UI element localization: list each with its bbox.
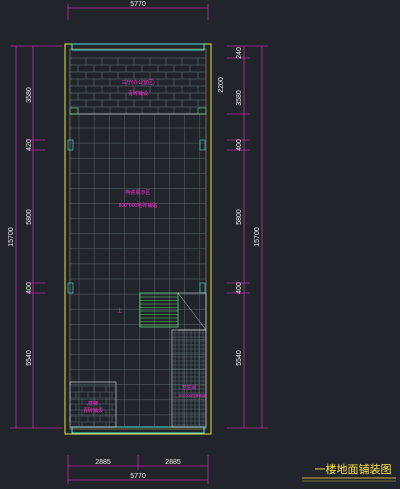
drawing-title: 一楼地面铺装图 <box>315 462 392 476</box>
bottom-dim-left-text: 2885 <box>95 459 111 466</box>
room-finish-stair: 青砖铺设 <box>83 407 103 414</box>
room-label-stair: 楼梯 <box>88 400 98 407</box>
column-marker-left-2 <box>67 282 74 294</box>
column-marker-right-1 <box>199 139 206 151</box>
left-dim-4: 400 <box>26 282 33 294</box>
bottom-dim-total-text: 5770 <box>130 473 146 480</box>
building-outline <box>64 43 212 435</box>
left-dim-2: 420 <box>26 139 33 151</box>
room-finish-toilet: 300*300防滑地砖 <box>178 393 206 398</box>
room-label-toilet: 卫生间 <box>181 384 196 391</box>
right-dim-total: 15700 <box>254 227 261 247</box>
right-dim-top: 240 <box>236 47 243 59</box>
tile-grid <box>70 114 206 427</box>
stair-up-mark: 上 <box>117 307 122 314</box>
right-dim-1: 2200 <box>218 77 225 93</box>
inner-wall-outline <box>69 48 207 430</box>
column-marker-left-1 <box>67 139 74 151</box>
left-dim-3: 5800 <box>26 209 33 225</box>
left-dimension <box>10 45 62 429</box>
room-finish-top: 青砖铺设 <box>128 90 148 97</box>
right-dim-3: 400 <box>236 139 243 151</box>
room-label-center: 陶瓷展示区 <box>125 189 150 196</box>
right-dim-5: 400 <box>236 282 243 294</box>
right-dim-4: 5800 <box>236 209 243 225</box>
left-dim-total: 15700 <box>8 227 15 247</box>
brick-pattern-top <box>69 57 206 115</box>
right-dimension <box>227 45 268 429</box>
top-dim-text: 5770 <box>130 1 146 8</box>
toilet-block <box>171 329 207 428</box>
green-tick-left <box>69 107 79 115</box>
room-finish-center: 800*800地砖铺贴 <box>119 202 158 209</box>
bottom-dim-right-text: 2885 <box>165 459 181 466</box>
left-dim-5: 5540 <box>26 350 33 366</box>
left-dim-1: 3580 <box>26 87 33 103</box>
green-tick-right <box>197 107 207 115</box>
right-dim-2: 3580 <box>236 90 243 106</box>
right-dim-6: 5540 <box>236 350 243 366</box>
bottom-window <box>71 426 205 434</box>
room-label-top: 三厅(办公室区) <box>121 79 155 86</box>
floor-plan-canvas: 三厅(办公室区) 青砖铺设 陶瓷展示区 800*800地砖铺贴 楼梯 青砖铺设 … <box>8 1 396 484</box>
column-marker-right-2 <box>199 282 206 294</box>
